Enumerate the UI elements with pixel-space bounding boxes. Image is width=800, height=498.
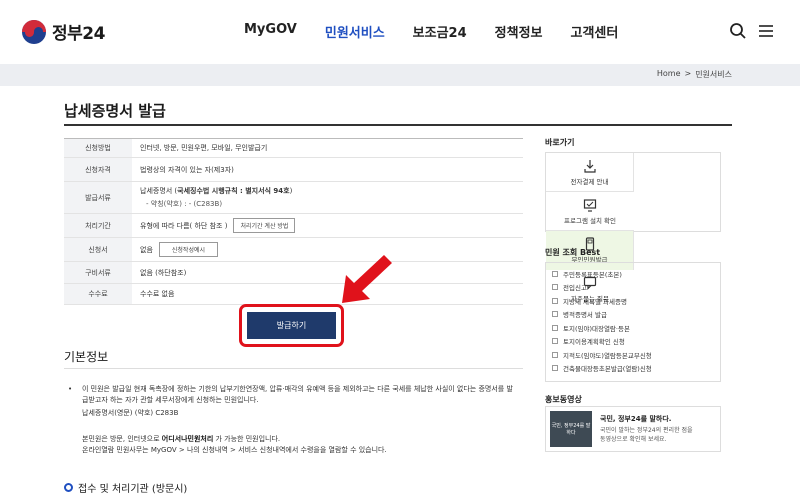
quick-links-title: 바로가기	[545, 138, 575, 147]
table-row: 신청방법 인터넷, 방문, 민원우편, 모바일, 무인발급기	[64, 139, 523, 158]
list-item[interactable]: 지적도(임야도)열람등본교부신청	[552, 348, 714, 362]
promo-video-card[interactable]: 국민, 정부24를 말하다 국민, 정부24를 말하다. 국민이 말하는 정부2…	[545, 406, 721, 452]
doc-icon	[552, 351, 558, 358]
row-label: 구비서류	[64, 262, 132, 283]
list-item[interactable]: 전입신고	[552, 281, 714, 295]
doc-icon	[552, 297, 558, 304]
list-item[interactable]: 건축물대장등초본발급(열람)신청	[552, 362, 714, 376]
row-label: 신청자격	[64, 158, 132, 181]
bullet: •	[68, 385, 73, 393]
video-thumbnail[interactable]: 국민, 정부24를 말하다	[550, 411, 592, 447]
row-value: 없음 (하단참조)	[140, 268, 187, 277]
section-divider	[64, 368, 523, 369]
doc-icon	[552, 311, 558, 318]
info-table: 신청방법 인터넷, 방문, 민원우편, 모바일, 무인발급기 신청자격 법령상의…	[64, 138, 523, 305]
title-divider	[64, 124, 732, 126]
main-nav: MyGOV 민원서비스 보조금24 정책정보 고객센터	[244, 22, 646, 41]
breadcrumb-separator: >	[684, 69, 692, 78]
row-value: 납세증명서 (국세징수법 시행규칙 : 별지서식 94호)	[140, 187, 293, 195]
page-title: 납세증명서 발급	[64, 102, 166, 120]
doc-icon	[552, 270, 558, 277]
table-row: 신청서 없음 신청작성예시	[64, 238, 523, 262]
header: 정부24 MyGOV 민원서비스 보조금24 정책정보 고객센터	[0, 0, 800, 64]
breadcrumb-home[interactable]: Home	[657, 69, 681, 80]
nav-mygov[interactable]: MyGOV	[244, 22, 297, 41]
quick-link-e-payment[interactable]: 전자결제 안내	[546, 153, 634, 192]
row-label: 수수료	[64, 284, 132, 304]
search-icon[interactable]	[729, 22, 747, 40]
circle-bullet-icon	[64, 483, 73, 492]
best-services-list: 주민등록표등본(초본) 전입신고 지방세 세목별 과세증명 병적증명서 발급 토…	[545, 262, 721, 382]
basic-info-description: • 이 민원은 발급일 현재 독촉장에 정하는 기한의 납부기한연장액, 압류·…	[68, 384, 518, 419]
anywhere-service-text: 어디서나민원처리	[161, 435, 214, 443]
row-label: 발급서류	[64, 182, 132, 213]
red-arrow-icon	[342, 255, 392, 303]
note-line-1: 본민원은 방문, 인터넷으로 어디서나민원처리 가 가능한 민원입니다.	[82, 435, 281, 443]
row-label: 처리기간	[64, 214, 132, 237]
row-label: 신청방법	[64, 139, 132, 157]
table-row: 수수료 수수료 없음	[64, 284, 523, 305]
row-value: 인터넷, 방문, 민원우편, 모바일, 무인발급기	[140, 144, 268, 152]
document-name-line: 납세증명서(영문) (약호) C283B	[82, 409, 179, 417]
basic-info-note: 본민원은 방문, 인터넷으로 어디서나민원처리 가 가능한 민원입니다. 온라인…	[82, 434, 522, 456]
list-item[interactable]: 토지이용계획확인 신청	[552, 335, 714, 349]
list-item[interactable]: 주민등록표등본(초본)	[552, 267, 714, 281]
list-item[interactable]: 토지(임야)대장열람·등본	[552, 321, 714, 335]
reception-agency-heading: 접수 및 처리기관 (방문시)	[64, 480, 187, 495]
doc-icon	[552, 338, 558, 345]
table-row: 처리기간 유형에 따라 다름( 하단 참조 ) 처리기간 계산 방법	[64, 214, 523, 238]
row-label: 신청서	[64, 238, 132, 261]
download-icon	[583, 159, 596, 173]
doc-icon	[552, 365, 558, 372]
row-value: 없음	[140, 245, 153, 254]
nav-subsidy[interactable]: 보조금24	[413, 22, 467, 41]
application-example-button[interactable]: 신청작성예시	[158, 242, 219, 257]
monitor-icon	[583, 198, 597, 212]
list-item[interactable]: 병적증명서 발급	[552, 308, 714, 322]
doc-icon	[552, 284, 558, 291]
row-value: 법령상의 자격이 있는 자(제3자)	[140, 165, 234, 174]
basic-info-title: 기본정보	[64, 350, 109, 364]
issue-button-highlight: 발급하기	[239, 304, 344, 347]
list-item[interactable]: 지방세 세목별 과세증명	[552, 294, 714, 308]
breadcrumb-current[interactable]: 민원서비스	[695, 69, 732, 80]
breadcrumb-bar: Home > 민원서비스	[0, 64, 800, 86]
nav-civil-service[interactable]: 민원서비스	[325, 22, 385, 41]
nav-policy[interactable]: 정책정보	[495, 22, 543, 41]
table-row: 구비서류 없음 (하단참조)	[64, 262, 523, 284]
logo[interactable]: 정부24	[22, 19, 105, 44]
promo-headline: 국민, 정부24를 말하다.	[600, 414, 672, 423]
quick-links-grid: 전자결제 안내 프로그램 설치 확인 무인민원발급 자주묻는 질문	[545, 152, 721, 303]
logo-text: 정부24	[52, 24, 105, 44]
form-law-ref: 국세징수법 시행규칙 : 별지서식 94호	[177, 187, 290, 195]
promo-video-title: 홍보동영상	[545, 395, 582, 404]
table-row: 신청자격 법령상의 자격이 있는 자(제3자)	[64, 158, 523, 182]
best-services-title: 민원 조회 Best	[545, 248, 601, 257]
row-value: 유형에 따라 다름( 하단 참조 )	[140, 221, 228, 230]
issue-button[interactable]: 발급하기	[247, 312, 336, 339]
note-line-2: 온라인열람 민원사무는 MyGOV > 나의 신청내역 > 서비스 신청내역에서…	[82, 446, 387, 454]
promo-text: 국민, 정부24를 말하다. 국민이 말하는 정부24의 편리한 점을 동영상으…	[600, 414, 693, 443]
processing-time-calc-button[interactable]: 처리기간 계산 방법	[233, 218, 296, 233]
row-subvalue: - 약칭(약호) : - (C283B)	[146, 200, 223, 208]
description-text: 이 민원은 발급일 현재 독촉장에 정하는 기한의 납부기한연장액, 압류·매각…	[82, 385, 513, 404]
row-value: 수수료 없음	[140, 290, 175, 298]
nav-customer-center[interactable]: 고객센터	[571, 22, 619, 41]
hamburger-menu-icon[interactable]	[757, 22, 775, 40]
taegeuk-logo-icon	[22, 19, 46, 44]
table-row: 발급서류 납세증명서 (국세징수법 시행규칙 : 별지서식 94호) - 약칭(…	[64, 182, 523, 214]
breadcrumb: Home > 민원서비스	[657, 69, 732, 80]
quick-link-program-install[interactable]: 프로그램 설치 확인	[546, 192, 634, 231]
doc-icon	[552, 324, 558, 331]
